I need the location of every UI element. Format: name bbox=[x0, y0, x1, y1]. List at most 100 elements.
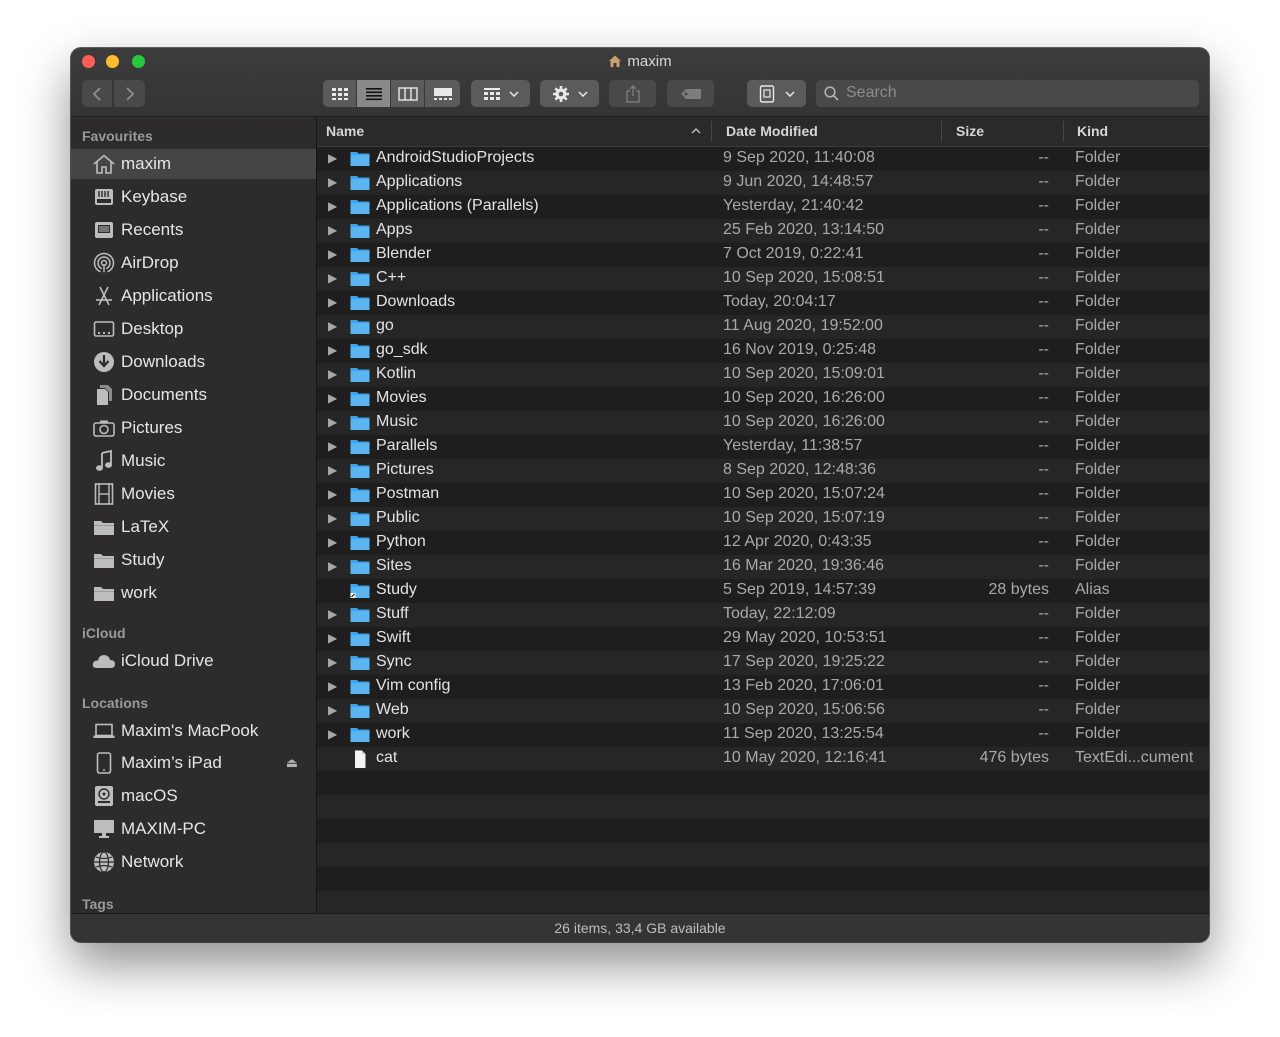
disclosure-triangle-icon[interactable]: ▶ bbox=[328, 223, 337, 237]
column-separator[interactable] bbox=[711, 121, 712, 142]
disclosure-triangle-icon[interactable]: ▶ bbox=[328, 199, 337, 213]
table-row[interactable]: ▶ AndroidStudioProjects 9 Sep 2020, 11:40:… bbox=[317, 147, 1209, 171]
gallery-view-button[interactable] bbox=[425, 80, 460, 107]
disclosure-triangle-icon[interactable]: ▶ bbox=[328, 151, 337, 165]
table-row[interactable]: ▶ C++ 10 Sep 2020, 15:08:51 -- Folder bbox=[317, 267, 1209, 291]
eject-icon[interactable]: ⏏ bbox=[286, 755, 298, 771]
table-row[interactable]: ▶ work 11 Sep 2020, 13:25:54 -- Folder bbox=[317, 723, 1209, 747]
column-header-date[interactable]: Date Modified bbox=[726, 123, 818, 139]
icon-view-button[interactable] bbox=[323, 80, 356, 107]
file-date-modified: 9 Sep 2020, 11:40:08 bbox=[723, 149, 875, 166]
sidebar-item-maxim-pc[interactable]: MAXIM-PC bbox=[71, 814, 316, 844]
sidebar-item-macos[interactable]: macOS bbox=[71, 781, 316, 811]
disclosure-triangle-icon[interactable]: ▶ bbox=[328, 487, 337, 501]
sidebar-item-recents[interactable]: Recents bbox=[71, 215, 316, 245]
disclosure-triangle-icon[interactable]: ▶ bbox=[328, 319, 337, 333]
disclosure-triangle-icon[interactable]: ▶ bbox=[328, 559, 337, 573]
disclosure-triangle-icon[interactable]: ▶ bbox=[328, 727, 337, 741]
sidebar-item-applications[interactable]: Applications bbox=[71, 281, 316, 311]
column-separator[interactable] bbox=[941, 121, 942, 142]
file-size: -- bbox=[1038, 461, 1049, 478]
file-kind: Folder bbox=[1075, 485, 1121, 502]
table-row[interactable]: Study 5 Sep 2019, 14:57:39 28 bytes Alias bbox=[317, 579, 1209, 603]
column-header-kind[interactable]: Kind bbox=[1077, 123, 1108, 139]
table-row[interactable]: ▶ Applications 9 Jun 2020, 14:48:57 -- Folde… bbox=[317, 171, 1209, 195]
table-row[interactable]: ▶ go_sdk 16 Nov 2019, 0:25:48 -- Folder bbox=[317, 339, 1209, 363]
share-button[interactable] bbox=[609, 80, 656, 107]
table-row[interactable]: ▶ Downloads Today, 20:04:17 -- Folder bbox=[317, 291, 1209, 315]
table-row[interactable]: ▶ Parallels Yesterday, 11:38:57 -- Folder bbox=[317, 435, 1209, 459]
column-separator[interactable] bbox=[1063, 121, 1064, 142]
group-by-button[interactable] bbox=[471, 80, 530, 107]
sidebar-item-pictures[interactable]: Pictures bbox=[71, 413, 316, 443]
table-row[interactable]: ▶ Public 10 Sep 2020, 15:07:19 -- Folder bbox=[317, 507, 1209, 531]
disclosure-triangle-icon[interactable]: ▶ bbox=[328, 535, 337, 549]
sort-ascending-icon[interactable] bbox=[691, 128, 701, 134]
table-row[interactable]: ▶ Kotlin 10 Sep 2020, 15:09:01 -- Folder bbox=[317, 363, 1209, 387]
column-header-name[interactable]: Name bbox=[326, 123, 364, 139]
back-button[interactable] bbox=[82, 80, 112, 107]
file-size: -- bbox=[1038, 557, 1049, 574]
forward-button[interactable] bbox=[114, 80, 145, 107]
disclosure-triangle-icon[interactable]: ▶ bbox=[328, 679, 337, 693]
disclosure-triangle-icon[interactable]: ▶ bbox=[328, 343, 337, 357]
table-row[interactable]: ▶ Swift 29 May 2020, 10:53:51 -- Folder bbox=[317, 627, 1209, 651]
sidebar-item-desktop[interactable]: Desktop bbox=[71, 314, 316, 344]
table-row[interactable]: ▶ Stuff Today, 22:12:09 -- Folder bbox=[317, 603, 1209, 627]
table-row[interactable]: ▶ Vim config 13 Feb 2020, 17:06:01 -- Folder bbox=[317, 675, 1209, 699]
sidebar-item-work[interactable]: work bbox=[71, 578, 316, 608]
table-row[interactable]: ▶ Web 10 Sep 2020, 15:06:56 -- Folder bbox=[317, 699, 1209, 723]
tags-button[interactable] bbox=[667, 80, 714, 107]
table-row[interactable]: ▶ Sites 16 Mar 2020, 19:36:46 -- Folder bbox=[317, 555, 1209, 579]
sidebar-item-airdrop[interactable]: AirDrop bbox=[71, 248, 316, 278]
column-header-size[interactable]: Size bbox=[956, 123, 984, 139]
table-row[interactable]: ▶ Blender 7 Oct 2019, 0:22:41 -- Folder bbox=[317, 243, 1209, 267]
table-row[interactable]: ▶ Apps 25 Feb 2020, 13:14:50 -- Folder bbox=[317, 219, 1209, 243]
sidebar-item-icloud-drive[interactable]: iCloud Drive bbox=[71, 646, 316, 676]
table-row[interactable]: ▶ Postman 10 Sep 2020, 15:07:24 -- Folder bbox=[317, 483, 1209, 507]
sidebar-item-latex[interactable]: LaTeX bbox=[71, 512, 316, 542]
folder-icon bbox=[350, 704, 370, 718]
disclosure-triangle-icon[interactable]: ▶ bbox=[328, 175, 337, 189]
disclosure-triangle-icon[interactable]: ▶ bbox=[328, 655, 337, 669]
disclosure-triangle-icon[interactable]: ▶ bbox=[328, 463, 337, 477]
sidebar-item-movies[interactable]: Movies bbox=[71, 479, 316, 509]
disclosure-triangle-icon[interactable]: ▶ bbox=[328, 367, 337, 381]
table-row[interactable]: ▶ Python 12 Apr 2020, 0:43:35 -- Folder bbox=[317, 531, 1209, 555]
sidebar-item-network[interactable]: Network bbox=[71, 847, 316, 877]
sidebar-item-study[interactable]: Study bbox=[71, 545, 316, 575]
folder-icon bbox=[350, 200, 370, 214]
disclosure-triangle-icon[interactable]: ▶ bbox=[328, 631, 337, 645]
sidebar-item-keybase[interactable]: Keybase bbox=[71, 182, 316, 212]
table-row[interactable]: cat 10 May 2020, 12:16:41 476 bytes TextEdi… bbox=[317, 747, 1209, 771]
sidebar-item-music[interactable]: Music bbox=[71, 446, 316, 476]
disclosure-triangle-icon[interactable]: ▶ bbox=[328, 247, 337, 261]
disclosure-triangle-icon[interactable]: ▶ bbox=[328, 511, 337, 525]
table-row[interactable]: ▶ Music 10 Sep 2020, 16:26:00 -- Folder bbox=[317, 411, 1209, 435]
table-row[interactable]: ▶ Applications (Parallels) Yesterday, 21:4… bbox=[317, 195, 1209, 219]
sidebar-item-maxim[interactable]: maxim bbox=[71, 149, 316, 179]
table-row[interactable]: ▶ Movies 10 Sep 2020, 16:26:00 -- Folder bbox=[317, 387, 1209, 411]
folder-icon bbox=[350, 632, 370, 646]
column-view-button[interactable] bbox=[391, 80, 424, 107]
device-menu-button[interactable] bbox=[747, 80, 806, 107]
file-name: Study bbox=[376, 581, 417, 598]
disclosure-triangle-icon[interactable]: ▶ bbox=[328, 391, 337, 405]
disclosure-triangle-icon[interactable]: ▶ bbox=[328, 703, 337, 717]
list-view-button[interactable] bbox=[357, 80, 390, 107]
table-row[interactable]: ▶ Sync 17 Sep 2020, 19:25:22 -- Folder bbox=[317, 651, 1209, 675]
disclosure-triangle-icon[interactable]: ▶ bbox=[328, 295, 337, 309]
gear-icon bbox=[552, 85, 569, 102]
table-row[interactable]: ▶ Pictures 8 Sep 2020, 12:48:36 -- Folder bbox=[317, 459, 1209, 483]
sidebar-item-ipad[interactable]: Maxim’s iPad ⏏ bbox=[71, 748, 316, 778]
search-field[interactable]: Search bbox=[816, 80, 1199, 107]
sidebar-item-downloads[interactable]: Downloads bbox=[71, 347, 316, 377]
sidebar-item-documents[interactable]: Documents bbox=[71, 380, 316, 410]
table-row[interactable]: ▶ go 11 Aug 2020, 19:52:00 -- Folder bbox=[317, 315, 1209, 339]
disclosure-triangle-icon[interactable]: ▶ bbox=[328, 271, 337, 285]
disclosure-triangle-icon[interactable]: ▶ bbox=[328, 439, 337, 453]
sidebar-item-macbook[interactable]: Maxim's MacPook bbox=[71, 716, 316, 746]
action-menu-button[interactable] bbox=[540, 80, 599, 107]
disclosure-triangle-icon[interactable]: ▶ bbox=[328, 415, 337, 429]
disclosure-triangle-icon[interactable]: ▶ bbox=[328, 607, 337, 621]
